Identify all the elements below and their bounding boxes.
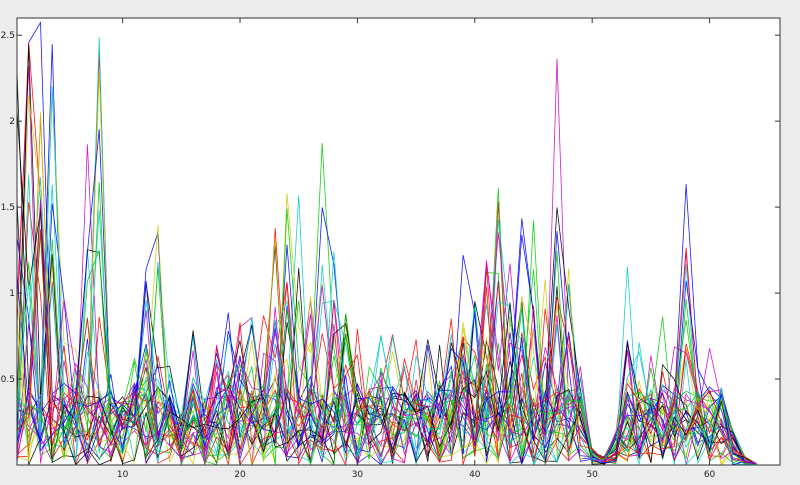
y-tick-label: 0.5	[1, 375, 15, 385]
x-tick-label: 50	[586, 470, 598, 480]
y-tick-label: 1	[9, 289, 15, 299]
y-tick-label: 1.5	[1, 203, 15, 213]
x-tick-label: 10	[117, 470, 129, 480]
x-tick-label: 40	[469, 470, 481, 480]
y-tick-label: 2.5	[1, 31, 15, 41]
x-tick-label: 60	[704, 470, 716, 480]
y-tick-label: 2	[9, 117, 15, 127]
x-tick-label: 30	[352, 470, 364, 480]
line-chart: 10 20 30 40 50 60 0.5 1 1.5 2 2.5	[1, 17, 781, 480]
x-tick-label: 20	[234, 470, 246, 480]
